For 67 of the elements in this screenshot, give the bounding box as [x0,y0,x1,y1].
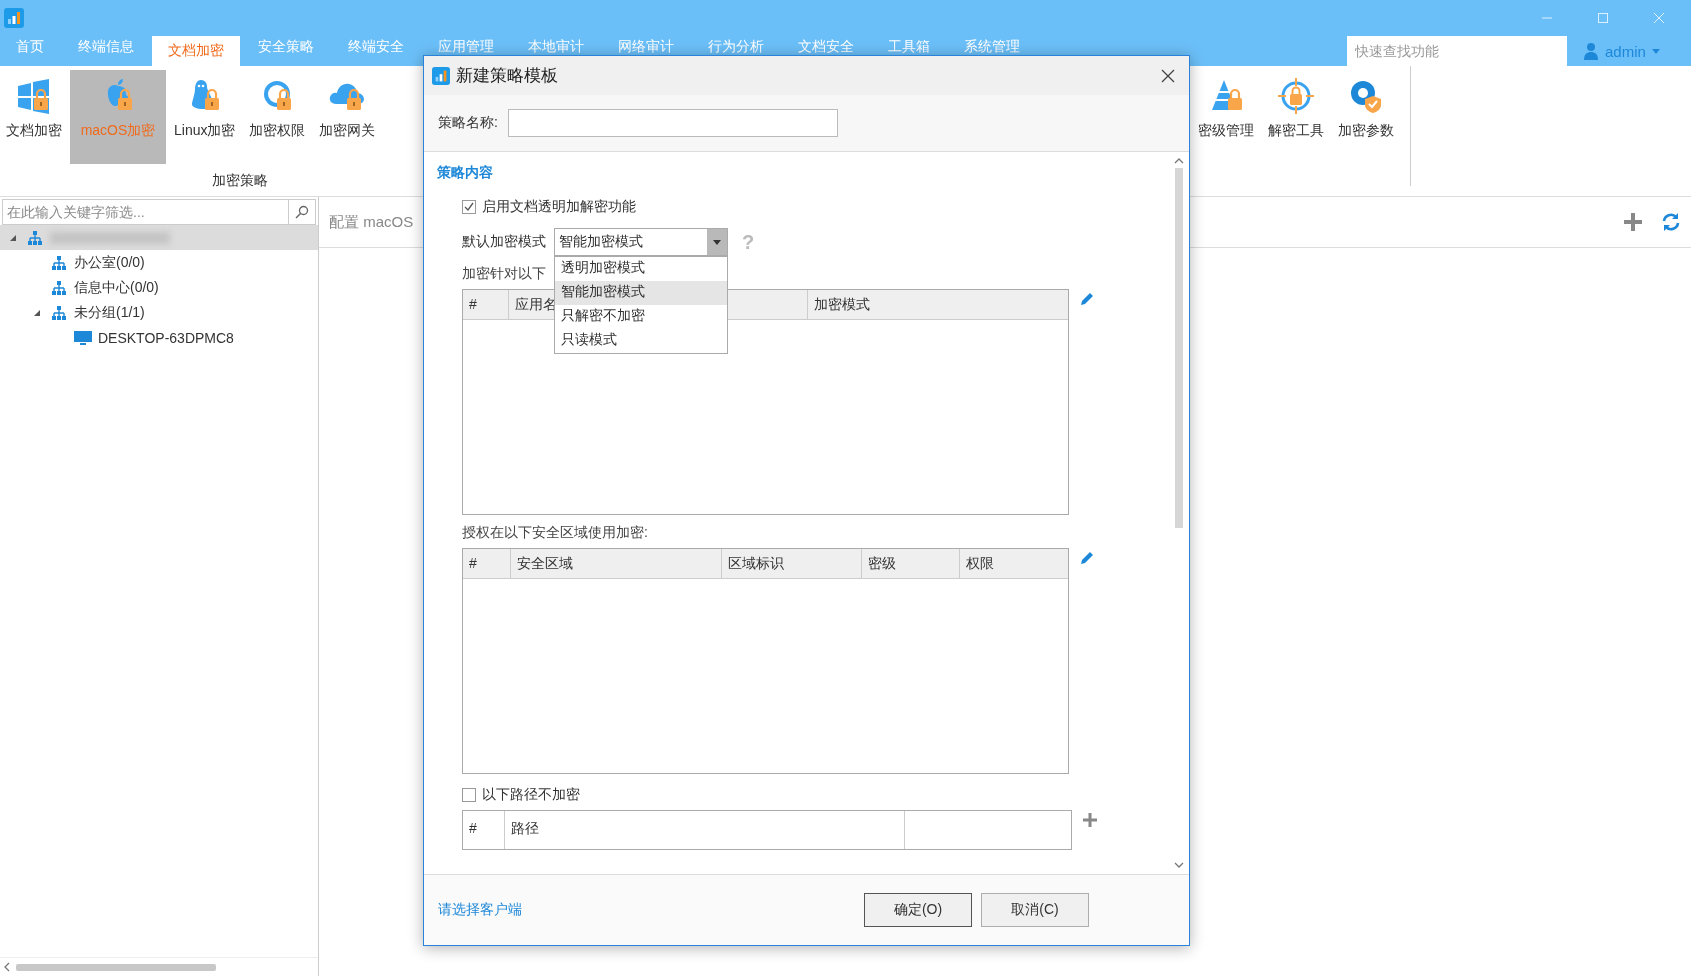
scroll-down-icon[interactable] [1174,862,1184,868]
expand-icon[interactable] [34,309,40,316]
add-icon[interactable] [1623,212,1643,232]
ribbon-button[interactable]: 加密参数 [1332,70,1400,158]
column-header: # [463,549,511,578]
column-header: 路径 [505,811,905,849]
caret-icon [713,239,721,245]
checkbox-label: 以下路径不加密 [482,786,580,804]
scroll-thumb[interactable] [1175,168,1183,528]
dropdown-option[interactable]: 透明加密模式 [555,257,727,281]
column-header: 区域标识 [722,549,862,578]
expand-icon[interactable] [10,234,16,241]
panel-title: 配置 macOS [329,212,414,232]
target-lock-icon [1276,76,1316,116]
table-caption: 加密针对以下 [462,265,546,283]
ribbon-button[interactable]: 加密权限 [243,70,312,158]
close-icon[interactable] [1161,68,1175,83]
ok-button[interactable]: 确定(O) [864,893,972,927]
column-header: 加密模式 [813,295,871,314]
dropdown-option[interactable]: 只读模式 [555,329,727,353]
cancel-button[interactable]: 取消(C) [981,893,1089,927]
section-title: 策略内容 [437,164,494,182]
tree-item[interactable]: 办公室(0/0) [74,253,145,272]
name-field[interactable] [507,109,838,137]
field-label: 默认加密模式 [462,233,546,251]
checkbox-label: 启用文档透明加解密功能 [482,198,636,216]
scroll-thumb[interactable] [16,963,216,971]
tree-item[interactable]: 未分组(1/1) [74,303,145,322]
caret-icon[interactable] [1651,48,1660,54]
mode-dropdown[interactable]: 智能加密模式 [554,228,728,256]
refresh-icon[interactable] [1661,212,1681,232]
column-header: 安全区域 [511,549,722,578]
org-icon [50,279,68,296]
column-header: 权限 [965,554,995,573]
ribbon-button[interactable]: 解密工具 [1262,70,1330,158]
dialog-title: 新建策略模板 [456,65,559,87]
org-icon [50,254,68,271]
ribbon-button[interactable]: 文档加密 [0,70,68,158]
edit-icon[interactable] [1079,550,1095,566]
table-caption: 授权在以下安全区域使用加密: [462,524,648,542]
checkbox[interactable] [462,788,476,802]
dropdown-option[interactable]: 智能加密模式 [555,281,727,305]
app-logo-icon [4,8,24,28]
checkbox[interactable] [462,200,476,214]
user-icon [1583,42,1599,60]
ribbon-button[interactable]: Linux加密 [168,70,242,158]
org-icon [26,229,44,246]
org-icon [50,304,68,321]
column-header: # [463,811,505,849]
computer-icon [74,329,92,346]
tree-item[interactable]: 信息中心(0/0) [74,278,159,297]
filter-field[interactable]: 在此输入关键字筛选... [2,199,289,225]
column-header: 密级 [862,549,960,578]
tree-item[interactable]: DESKTOP-63DPMC8 [98,329,234,346]
scroll-left-icon[interactable] [4,962,10,972]
ribbon-button[interactable]: 加密网关 [313,70,382,158]
column-header: # [463,290,509,319]
field-label: 策略名称: [438,114,498,132]
dropdown-option[interactable]: 只解密不加密 [555,305,727,329]
ribbon-group-label: 加密策略 [212,172,268,190]
app-logo-icon [432,66,450,85]
quick-search-field[interactable]: 快速查找功能 [1347,36,1567,66]
ribbon-button[interactable]: 密级管理 [1192,70,1260,158]
edit-icon[interactable] [1079,291,1095,307]
add-icon[interactable] [1082,812,1098,828]
scroll-up-icon[interactable] [1174,158,1184,164]
select-client-link[interactable]: 请选择客户端 [438,901,522,919]
